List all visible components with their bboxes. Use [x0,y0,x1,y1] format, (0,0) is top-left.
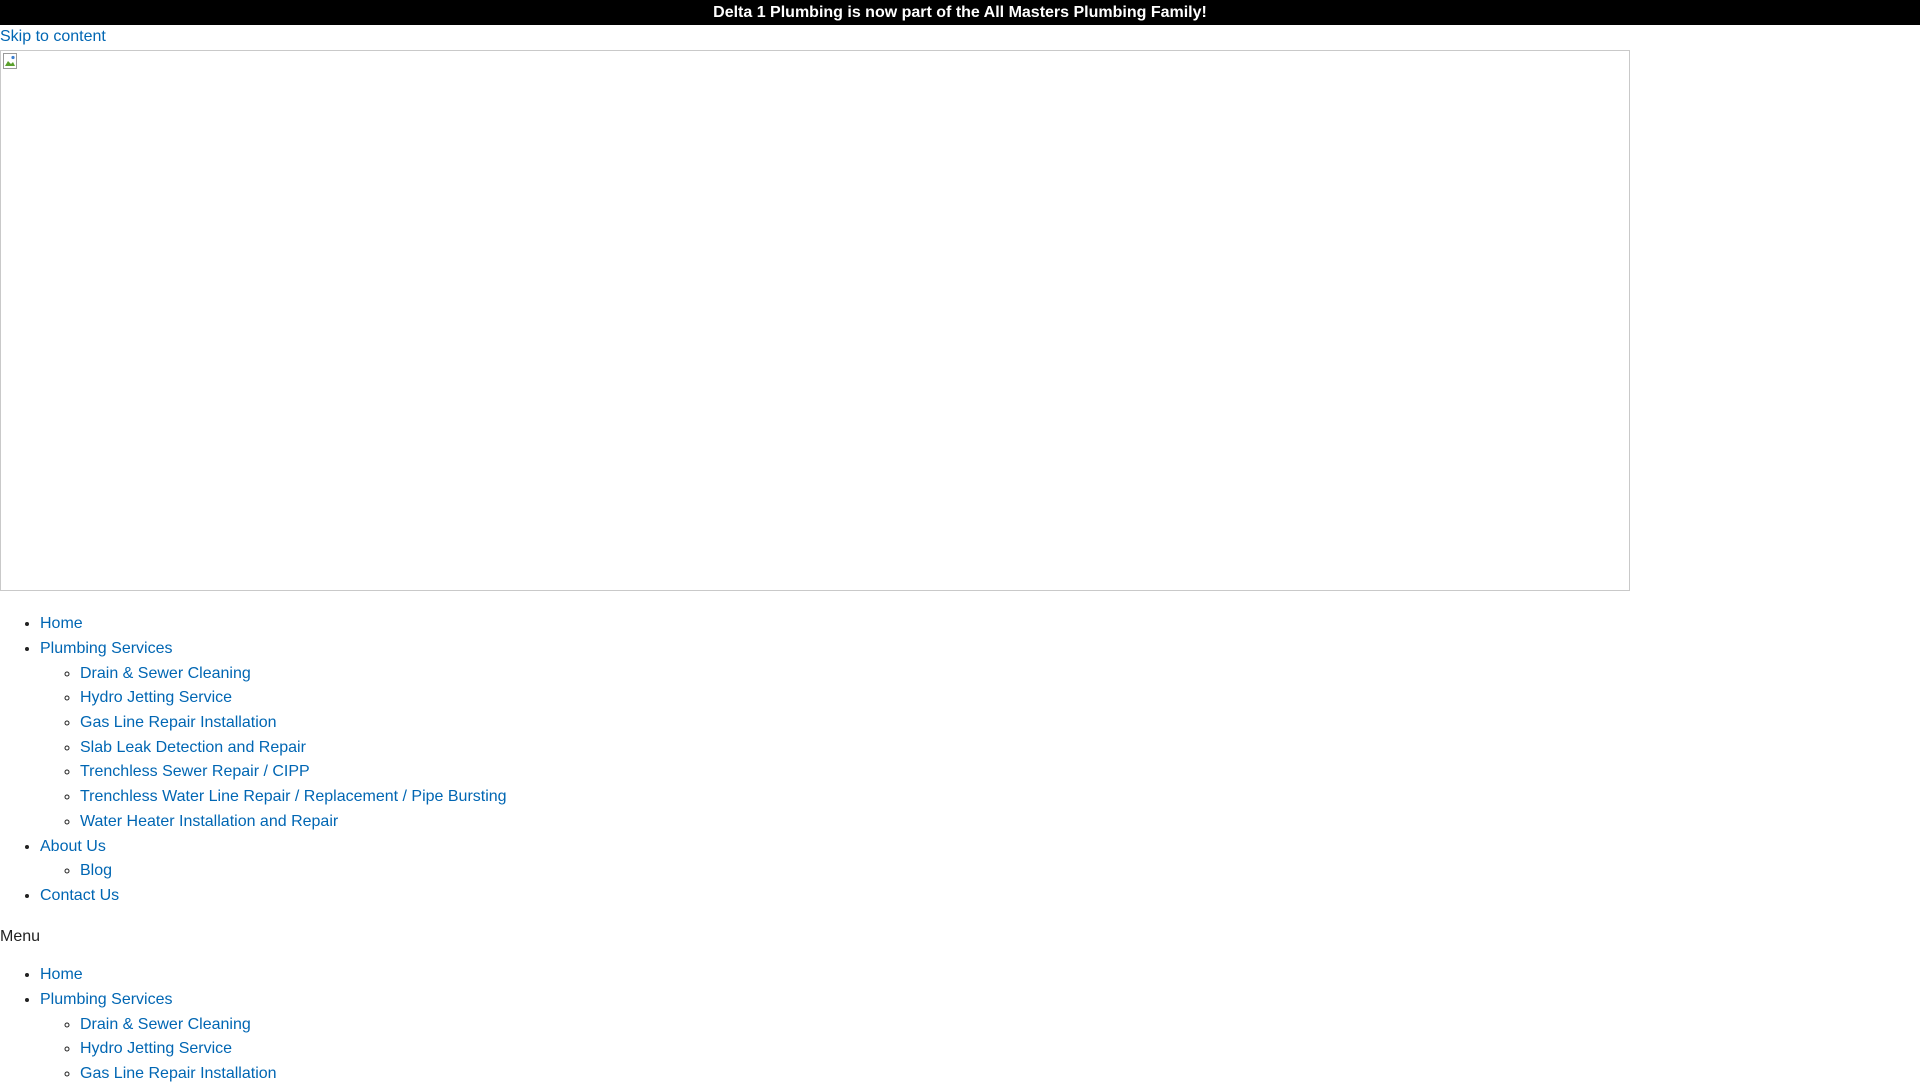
nav-link-hydro-jetting[interactable]: Hydro Jetting Service [80,689,232,706]
menu-item-home: Home [40,963,1920,988]
skip-to-content-link[interactable]: Skip to content [0,27,106,47]
mobile-nav-link-gas-line-repair[interactable]: Gas Line Repair Installation [80,1065,277,1082]
nav-link-slab-leak[interactable]: Slab Leak Detection and Repair [80,739,306,756]
menu-item-contact-us: Contact Us [40,884,1920,909]
nav-link-home[interactable]: Home [40,615,83,632]
menu-item-plumbing-services: Plumbing Services Drain & Sewer Cleaning… [40,637,1920,835]
broken-image-icon [3,53,17,69]
nav-link-water-heater[interactable]: Water Heater Installation and Repair [80,813,338,830]
primary-menu-list: Home Plumbing Services Drain & Sewer Cle… [0,612,1920,909]
submenu-item: Gas Line Repair Installation [80,711,1920,736]
mobile-nav-link-home[interactable]: Home [40,966,83,983]
submenu-item: Drain & Sewer Cleaning [80,662,1920,687]
submenu-item: Gas Line Repair Installation [80,1062,1920,1087]
announcement-bar: Delta 1 Plumbing is now part of the All … [0,0,1920,25]
nav-link-blog[interactable]: Blog [80,862,112,879]
submenu-item: Hydro Jetting Service [80,686,1920,711]
nav-link-trenchless-water-line[interactable]: Trenchless Water Line Repair / Replaceme… [80,788,507,805]
submenu-item: Water Heater Installation and Repair [80,810,1920,835]
nav-link-drain-sewer-cleaning[interactable]: Drain & Sewer Cleaning [80,665,251,682]
primary-navigation: Home Plumbing Services Drain & Sewer Cle… [0,612,1920,909]
nav-link-contact-us[interactable]: Contact Us [40,887,119,904]
nav-link-about-us[interactable]: About Us [40,838,106,855]
mobile-plumbing-services-submenu: Drain & Sewer Cleaning Hydro Jetting Ser… [40,1013,1920,1087]
mobile-navigation: Home Plumbing Services Drain & Sewer Cle… [0,963,1920,1087]
plumbing-services-submenu: Drain & Sewer Cleaning Hydro Jetting Ser… [40,662,1920,835]
submenu-item: Trenchless Water Line Repair / Replaceme… [80,785,1920,810]
submenu-item: Blog [80,859,1920,884]
submenu-item: Hydro Jetting Service [80,1037,1920,1062]
mobile-menu-toggle[interactable]: Menu [0,927,40,947]
about-us-submenu: Blog [40,859,1920,884]
announcement-text: Delta 1 Plumbing is now part of the All … [713,4,1207,21]
menu-item-home: Home [40,612,1920,637]
menu-item-plumbing-services: Plumbing Services Drain & Sewer Cleaning… [40,988,1920,1087]
mobile-menu-list: Home Plumbing Services Drain & Sewer Cle… [0,963,1920,1087]
submenu-item: Drain & Sewer Cleaning [80,1013,1920,1038]
submenu-item: Slab Leak Detection and Repair [80,736,1920,761]
nav-link-trenchless-sewer[interactable]: Trenchless Sewer Repair / CIPP [80,763,310,780]
menu-item-about-us: About Us Blog [40,835,1920,885]
submenu-item: Trenchless Sewer Repair / CIPP [80,760,1920,785]
mobile-nav-link-drain-sewer-cleaning[interactable]: Drain & Sewer Cleaning [80,1016,251,1033]
mobile-nav-link-plumbing-services[interactable]: Plumbing Services [40,991,173,1008]
hero-image [0,50,1630,591]
nav-link-gas-line-repair[interactable]: Gas Line Repair Installation [80,714,277,731]
nav-link-plumbing-services[interactable]: Plumbing Services [40,640,173,657]
mobile-nav-link-hydro-jetting[interactable]: Hydro Jetting Service [80,1040,232,1057]
